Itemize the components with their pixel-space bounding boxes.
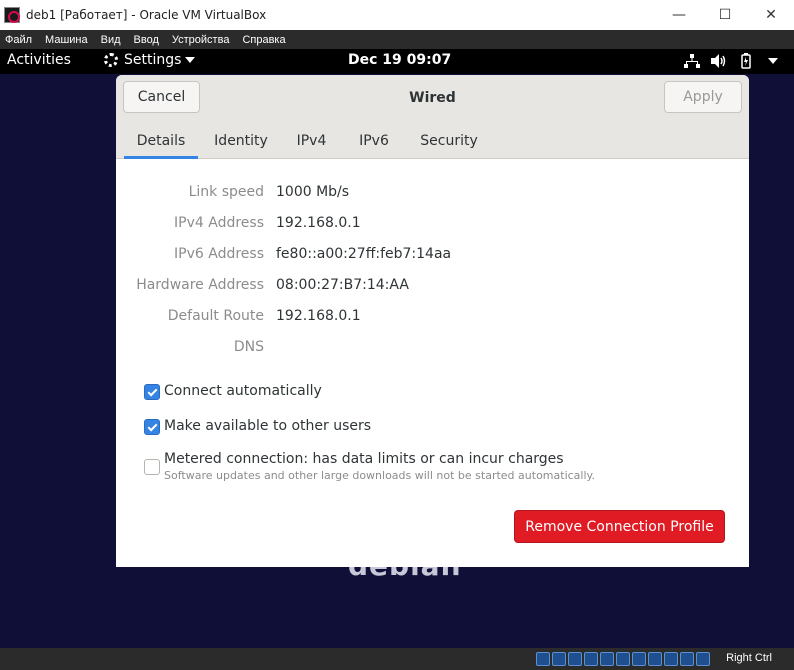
detail-value: 192.168.0.1: [276, 308, 361, 324]
gear-icon: [104, 53, 118, 67]
wired-settings-dialog: Cancel Wired Apply Details Identity IPv4…: [116, 75, 749, 567]
detail-row-ipv6: IPv6 Address fe80::a00:27ff:feb7:14aa: [116, 244, 749, 264]
app-menu-label: Settings: [124, 52, 182, 68]
audio-icon[interactable]: [568, 652, 582, 666]
detail-value: 08:00:27:B7:14:AA: [276, 277, 409, 293]
detail-label: IPv6 Address: [174, 246, 264, 262]
host-window-title: deb1 [Работает] - Oracle VM VirtualBox: [26, 8, 267, 22]
dialog-header: Cancel Wired Apply Details Identity IPv4…: [116, 75, 749, 159]
volume-icon: [710, 53, 728, 69]
checkbox-label: Metered connection: has data limits or c…: [164, 451, 564, 467]
virtualbox-app-icon: [4, 7, 20, 23]
battery-icon: [737, 53, 755, 69]
system-menu-arrow-icon: [764, 53, 782, 69]
dropdown-arrow-icon: [185, 57, 196, 63]
system-tray[interactable]: [674, 53, 782, 69]
dialog-tabs: Details Identity IPv4 IPv6 Security: [124, 123, 489, 159]
clock[interactable]: Dec 19 09:07: [348, 52, 451, 68]
virtualbox-status-bar: Right Ctrl: [0, 648, 794, 670]
detail-row-default-route: Default Route 192.168.0.1: [116, 306, 749, 326]
checkmark-icon: [147, 421, 157, 431]
network-wired-icon: [683, 53, 701, 69]
available-to-all-users-checkbox[interactable]: [144, 419, 160, 435]
detail-row-ipv4: IPv4 Address 192.168.0.1: [116, 213, 749, 233]
menu-input[interactable]: Ввод: [134, 34, 159, 46]
detail-row-link-speed: Link speed 1000 Mb/s: [116, 182, 749, 202]
tab-details[interactable]: Details: [124, 123, 198, 159]
detail-row-dns: DNS: [116, 337, 749, 357]
menu-file[interactable]: Файл: [5, 34, 32, 46]
shared-folders-icon[interactable]: [616, 652, 630, 666]
cpu-icon[interactable]: [664, 652, 678, 666]
gnome-top-bar: Activities Settings Dec 19 09:07: [0, 49, 794, 74]
usb-icon[interactable]: [600, 652, 614, 666]
close-button[interactable]: ✕: [748, 0, 794, 30]
display-icon[interactable]: [632, 652, 646, 666]
detail-row-hardware-address: Hardware Address 08:00:27:B7:14:AA: [116, 275, 749, 295]
activities-button[interactable]: Activities: [7, 52, 71, 68]
remove-connection-profile-button[interactable]: Remove Connection Profile: [514, 510, 725, 543]
host-title-bar: deb1 [Работает] - Oracle VM VirtualBox —…: [0, 0, 794, 30]
connect-automatically-checkbox[interactable]: [144, 384, 160, 400]
mouse-integration-icon[interactable]: [680, 652, 694, 666]
tab-security[interactable]: Security: [409, 123, 489, 159]
tab-ipv6[interactable]: IPv6: [339, 123, 409, 159]
hard-disk-icon[interactable]: [536, 652, 550, 666]
video-capture-icon[interactable]: [648, 652, 662, 666]
menu-view[interactable]: Вид: [101, 34, 121, 46]
available-to-all-users-option[interactable]: Make available to other users: [144, 418, 371, 435]
metered-connection-option[interactable]: Metered connection: has data limits or c…: [144, 451, 595, 482]
guest-screen: Activities Settings Dec 19 09:07 debian …: [0, 49, 794, 648]
connect-automatically-option[interactable]: Connect automatically: [144, 383, 322, 400]
menu-machine[interactable]: Машина: [45, 34, 88, 46]
detail-label: Link speed: [188, 184, 264, 200]
metered-connection-text: Metered connection: has data limits or c…: [164, 451, 595, 482]
network-icon[interactable]: [584, 652, 598, 666]
detail-label: Hardware Address: [136, 277, 264, 293]
checkbox-label: Connect automatically: [164, 383, 322, 399]
menu-help[interactable]: Справка: [242, 34, 285, 46]
virtualbox-menu-bar: Файл Машина Вид Ввод Устройства Справка: [0, 30, 794, 49]
keyboard-capture-icon[interactable]: [696, 652, 710, 666]
host-window-controls: — ☐ ✕: [656, 0, 794, 30]
metered-connection-checkbox[interactable]: [144, 459, 160, 475]
detail-label: Default Route: [167, 308, 264, 324]
detail-label: DNS: [233, 339, 264, 355]
device-indicators: [536, 652, 712, 666]
maximize-button[interactable]: ☐: [702, 0, 748, 30]
detail-value: 1000 Mb/s: [276, 184, 350, 200]
menu-devices[interactable]: Устройства: [172, 34, 230, 46]
app-menu-button[interactable]: Settings: [104, 52, 196, 68]
apply-button[interactable]: Apply: [664, 81, 742, 113]
checkbox-description: Software updates and other large downloa…: [164, 469, 595, 482]
checkbox-label: Make available to other users: [164, 418, 372, 434]
optical-drive-icon[interactable]: [552, 652, 566, 666]
minimize-button[interactable]: —: [656, 0, 702, 30]
host-key-label: Right Ctrl: [726, 652, 772, 664]
tab-identity[interactable]: Identity: [198, 123, 284, 159]
detail-value: 192.168.0.1: [276, 215, 361, 231]
detail-label: IPv4 Address: [174, 215, 264, 231]
detail-value: fe80::a00:27ff:feb7:14aa: [276, 246, 452, 262]
dialog-title: Wired: [409, 90, 456, 106]
checkmark-icon: [147, 386, 157, 396]
tab-ipv4[interactable]: IPv4: [284, 123, 339, 159]
